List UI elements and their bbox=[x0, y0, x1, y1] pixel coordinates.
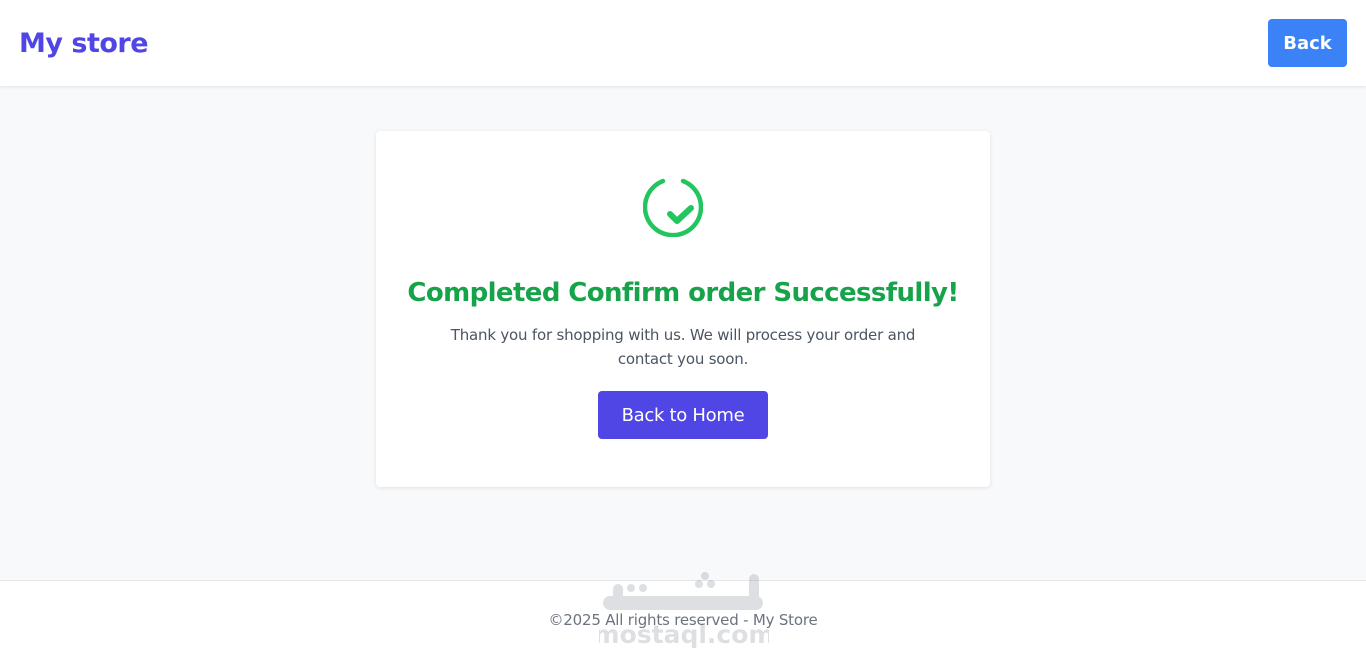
back-button[interactable]: Back bbox=[1268, 19, 1347, 67]
success-title: Completed Confirm order Successfully! bbox=[407, 278, 959, 308]
success-message: Thank you for shopping with us. We will … bbox=[450, 326, 916, 368]
brand-logo[interactable]: My store bbox=[19, 28, 149, 59]
confirmation-card: Completed Confirm order Successfully! Th… bbox=[376, 131, 990, 487]
footer: ©2025 All rights reserved - My Store bbox=[0, 580, 1366, 662]
top-navbar: My store Back bbox=[0, 0, 1366, 86]
copyright-text: ©2025 All rights reserved - My Store bbox=[548, 611, 818, 629]
check-circle-icon bbox=[642, 177, 704, 238]
back-to-home-button[interactable]: Back to Home bbox=[598, 391, 768, 439]
